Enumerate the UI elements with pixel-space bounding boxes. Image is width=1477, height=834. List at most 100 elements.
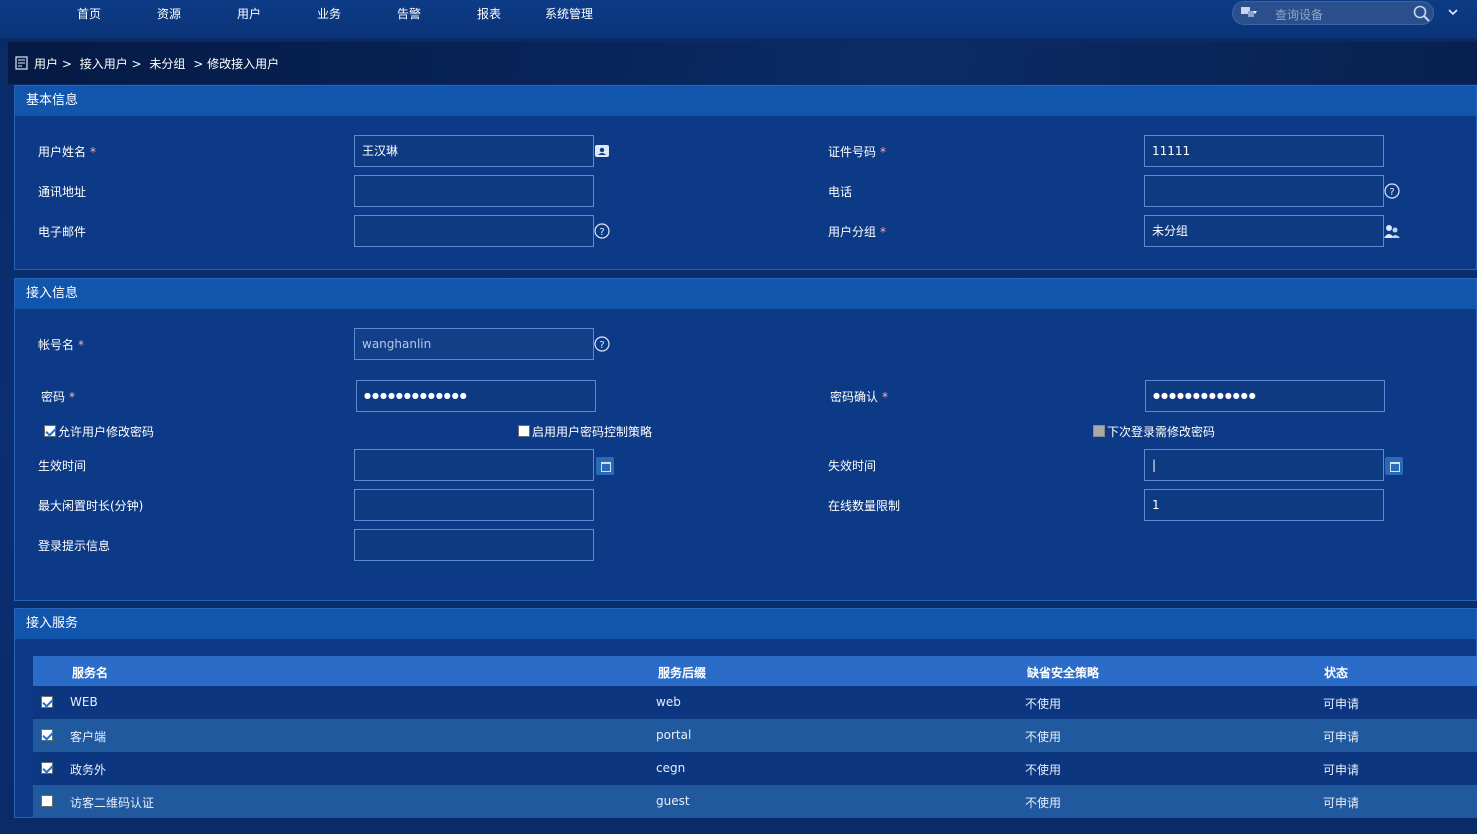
online-limit-input[interactable]: 1 [1144,489,1384,521]
calendar-icon[interactable] [1385,457,1403,475]
name-input[interactable]: 王汉琳 [354,135,594,167]
table-row[interactable]: WEB web 不使用 可申请 [33,686,1477,719]
password-confirm-label-text: 密码确认 [830,390,879,404]
required-mark: * [880,145,887,159]
row-checkbox[interactable] [41,729,53,741]
name-label-text: 用户姓名 [38,145,87,159]
email-input[interactable] [354,215,594,247]
id-label: 证件号码 * [828,143,886,160]
col-status[interactable]: 状态 [1324,664,1348,681]
service-name: 政务外 [70,763,107,777]
login-tip-input[interactable] [354,529,594,561]
access-info-panel: 接入信息 [14,278,1477,601]
effective-time-label: 生效时间 [38,459,87,473]
breadcrumb-access-users[interactable]: 接入用户 > [80,57,142,71]
breadcrumb-ungrouped[interactable]: 未分组 [149,57,185,71]
breadcrumb-current: > 修改接入用户 [193,57,280,71]
next-login-label: 下次登录需修改密码 [1107,425,1216,439]
enable-policy-checkbox[interactable] [518,425,530,437]
svg-text:?: ? [599,340,604,351]
top-nav-bar: 首页 资源 用户 业务 告警 报表 系统管理 查询设备 [0,0,1477,38]
device-search[interactable]: 查询设备 [1232,1,1434,25]
chevron-down-icon[interactable] [1447,6,1459,18]
nav-reports[interactable]: 报表 [477,5,501,22]
phone-input[interactable] [1144,175,1384,207]
nav-alarms[interactable]: 告警 [397,5,421,22]
group-input[interactable]: 未分组 [1144,215,1384,247]
breadcrumb: 用户 > 接入用户 > 未分组 > 修改接入用户 [34,55,283,72]
id-label-text: 证件号码 [828,145,877,159]
name-label: 用户姓名 * [38,143,96,160]
password-input[interactable]: ●●●●●●●●●●●●● [356,380,596,412]
password-confirm-label: 密码确认 * [830,388,888,405]
service-policy: 不使用 [1025,796,1062,810]
address-input[interactable] [354,175,594,207]
search-placeholder[interactable]: 查询设备 [1275,6,1323,23]
calendar-icon[interactable] [596,457,614,475]
help-icon[interactable]: ? [594,336,610,352]
table-row[interactable]: 访客二维码认证 guest 不使用 可申请 [33,785,1477,818]
nav-users[interactable]: 用户 [237,5,261,22]
row-checkbox[interactable] [41,795,53,807]
login-tip-label: 登录提示信息 [38,539,111,553]
user-group-icon[interactable] [1384,223,1400,239]
address-label: 通讯地址 [38,185,87,199]
access-services-title: 接入服务 [15,609,1476,639]
expire-time-input[interactable]: | [1144,449,1384,481]
col-service-name[interactable]: 服务名 [72,664,108,681]
nav-system[interactable]: 系统管理 [545,5,593,22]
table-row[interactable]: 政务外 cegn 不使用 可申请 [33,752,1477,785]
service-suffix: portal [656,728,692,742]
nav-home[interactable]: 首页 [77,5,101,22]
service-suffix: guest [656,794,690,808]
allow-change-checkbox[interactable] [44,425,56,437]
device-type-icon[interactable] [1241,7,1257,19]
table-header: 服务名 服务后缀 缺省安全策略 状态 [33,656,1477,686]
email-label: 电子邮件 [38,225,87,239]
allow-change-label: 允许用户修改密码 [58,425,155,439]
enable-policy-label: 启用用户密码控制策略 [532,425,653,439]
account-input[interactable]: wanghanlin [354,328,594,360]
row-checkbox[interactable] [41,696,53,708]
next-login-checkbox[interactable] [1093,425,1105,437]
breadcrumb-users[interactable]: 用户 > [34,57,72,71]
required-mark: * [880,225,887,239]
search-icon[interactable] [1413,5,1431,23]
col-security-policy[interactable]: 缺省安全策略 [1027,664,1099,681]
group-label-text: 用户分组 [828,225,877,239]
idle-time-input[interactable] [354,489,594,521]
nav-business[interactable]: 业务 [317,5,341,22]
group-label: 用户分组 * [828,223,886,240]
svg-text:?: ? [1389,187,1394,198]
contact-card-icon[interactable] [594,143,610,159]
basic-info-title: 基本信息 [15,86,1476,116]
service-status: 可申请 [1323,697,1360,711]
help-icon[interactable]: ? [1384,183,1400,199]
access-info-title: 接入信息 [15,279,1476,309]
service-suffix: web [656,695,681,709]
id-number-input[interactable]: 11111 [1144,135,1384,167]
online-limit-label: 在线数量限制 [828,499,901,513]
help-icon[interactable]: ? [594,223,610,239]
service-name: WEB [70,695,98,709]
row-checkbox[interactable] [41,762,53,774]
required-mark: * [882,390,889,404]
page-icon [15,56,28,70]
service-policy: 不使用 [1025,697,1062,711]
service-status: 可申请 [1323,763,1360,777]
password-label: 密码 * [41,388,75,405]
account-label-text: 帐号名 [38,338,75,352]
table-row[interactable]: 客户端 portal 不使用 可申请 [33,719,1477,752]
col-service-suffix[interactable]: 服务后缀 [658,664,706,681]
effective-time-input[interactable] [354,449,594,481]
phone-label: 电话 [828,185,853,199]
password-confirm-input[interactable]: ●●●●●●●●●●●●● [1145,380,1385,412]
service-status: 可申请 [1323,730,1360,744]
service-suffix: cegn [656,761,686,775]
service-policy: 不使用 [1025,763,1062,777]
required-mark: * [69,390,76,404]
services-table: 服务名 服务后缀 缺省安全策略 状态 WEB web 不使用 可申请 客户端 p… [33,656,1477,818]
password-label-text: 密码 [41,390,66,404]
nav-resources[interactable]: 资源 [157,5,181,22]
service-name: 客户端 [70,730,107,744]
